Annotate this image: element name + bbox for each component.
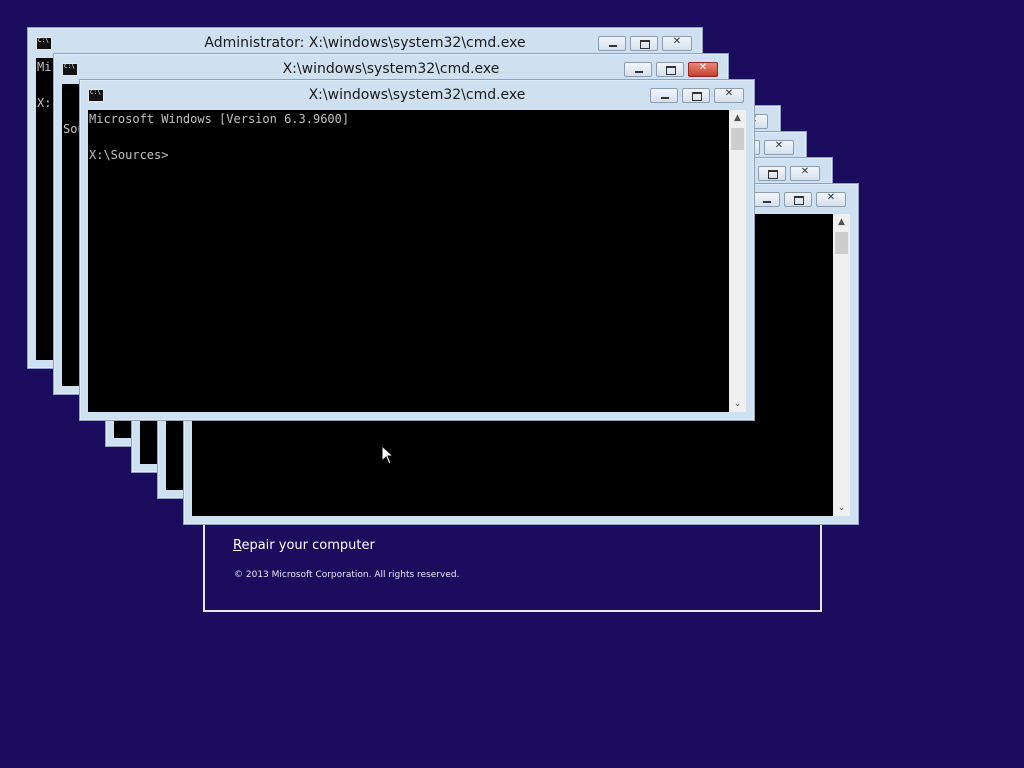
scroll-up-arrow-icon[interactable]: ▲ xyxy=(729,110,746,126)
minimize-button[interactable] xyxy=(624,62,652,77)
maximize-button[interactable] xyxy=(630,36,658,51)
console-text: Microsoft Windows [Version 6.3.9600] X:\… xyxy=(89,112,350,162)
scroll-up-arrow-icon[interactable]: ▲ xyxy=(833,214,850,230)
vertical-scrollbar[interactable]: ▲ ⌄ xyxy=(833,214,850,516)
maximize-button[interactable] xyxy=(656,62,684,77)
close-button[interactable] xyxy=(790,166,820,181)
repair-link-label: epair your computer xyxy=(241,538,375,553)
repair-your-computer-link[interactable]: Repair your computer xyxy=(233,538,375,553)
close-button[interactable] xyxy=(688,62,718,77)
vertical-scrollbar[interactable]: ▲ ⌄ xyxy=(729,110,746,412)
scroll-down-arrow-icon[interactable]: ⌄ xyxy=(729,396,746,412)
cmd-window-front[interactable]: X:\windows\system32\cmd.exe Microsoft Wi… xyxy=(79,79,755,421)
copyright-text: © 2013 Microsoft Corporation. All rights… xyxy=(234,570,460,580)
close-button[interactable] xyxy=(662,36,692,51)
desktop-background: Repair your computer © 2013 Microsoft Co… xyxy=(0,0,1024,768)
maximize-button[interactable] xyxy=(784,192,812,207)
minimize-button[interactable] xyxy=(598,36,626,51)
scroll-thumb[interactable] xyxy=(835,232,848,254)
minimize-button[interactable] xyxy=(752,192,780,207)
close-button[interactable] xyxy=(764,140,794,155)
setup-dialog: Repair your computer © 2013 Microsoft Co… xyxy=(203,520,822,612)
minimize-button[interactable] xyxy=(650,88,678,103)
close-button[interactable] xyxy=(816,192,846,207)
console-area[interactable]: Microsoft Windows [Version 6.3.9600] X:\… xyxy=(88,110,746,412)
maximize-button[interactable] xyxy=(758,166,786,181)
scroll-thumb[interactable] xyxy=(731,128,744,150)
close-button[interactable] xyxy=(714,88,744,103)
maximize-button[interactable] xyxy=(682,88,710,103)
titlebar[interactable]: X:\windows\system32\cmd.exe xyxy=(80,80,754,110)
scroll-down-arrow-icon[interactable]: ⌄ xyxy=(833,500,850,516)
